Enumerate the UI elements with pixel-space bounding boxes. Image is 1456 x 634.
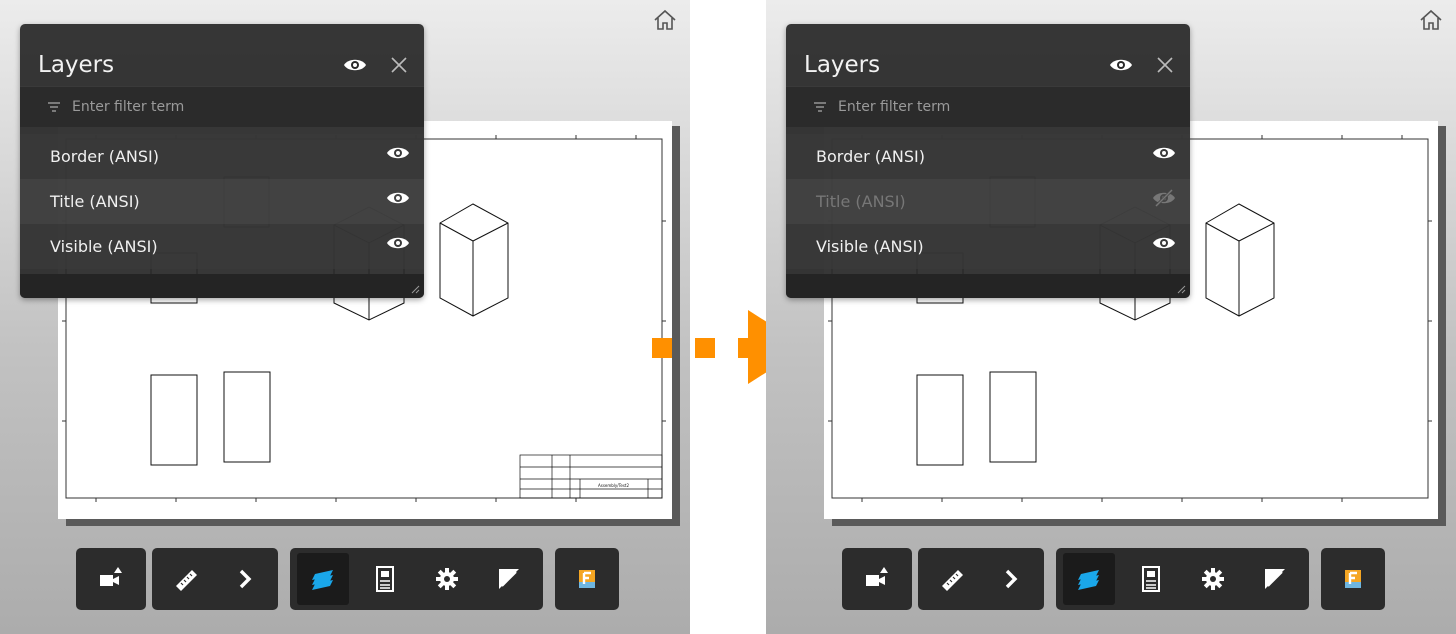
eye-icon[interactable] bbox=[1152, 234, 1176, 252]
filter-bar bbox=[20, 86, 424, 127]
title-block-text: Assembly/Test2 bbox=[598, 483, 630, 488]
layer-row-border[interactable]: Border (ANSI) bbox=[20, 134, 424, 179]
layer-label: Title (ANSI) bbox=[816, 192, 906, 211]
eye-icon[interactable] bbox=[386, 234, 410, 252]
layers-icon bbox=[312, 570, 333, 590]
fullscreen-icon bbox=[499, 569, 519, 589]
layer-list: Border (ANSI) Title (ANSI) Visible (ANSI… bbox=[20, 134, 424, 269]
home-icon[interactable] bbox=[652, 8, 678, 32]
layer-label: Title (ANSI) bbox=[50, 192, 140, 211]
expand-arrow-icon bbox=[239, 569, 252, 589]
layer-label: Visible (ANSI) bbox=[50, 237, 158, 256]
camera-button[interactable] bbox=[851, 553, 903, 605]
toolbar-group-fusion bbox=[1321, 548, 1385, 610]
camera-button[interactable] bbox=[85, 553, 137, 605]
settings-gear-icon bbox=[436, 568, 458, 590]
measure-icon bbox=[176, 570, 197, 591]
measure-button[interactable] bbox=[927, 553, 979, 605]
layer-label: Border (ANSI) bbox=[816, 147, 925, 166]
viewer-before: Assembly/Test2 Layers Border (ANSI) bbox=[0, 0, 690, 634]
toolbar-group-tools bbox=[152, 548, 278, 610]
close-icon[interactable] bbox=[1154, 54, 1176, 76]
expand-arrow-icon bbox=[1005, 569, 1018, 589]
resize-handle-icon[interactable] bbox=[1176, 284, 1186, 294]
viewer-after: Layers Border (ANSI) Title (ANSI) bbox=[766, 0, 1456, 634]
eye-icon[interactable] bbox=[386, 144, 410, 162]
layers-button[interactable] bbox=[297, 553, 349, 605]
filter-input[interactable] bbox=[72, 93, 372, 121]
toolbar-group-camera bbox=[842, 548, 912, 610]
layers-button[interactable] bbox=[1063, 553, 1115, 605]
filter-bar bbox=[786, 86, 1190, 127]
properties-icon bbox=[376, 566, 394, 592]
eye-icon[interactable] bbox=[1109, 55, 1133, 75]
toolbar-group-camera bbox=[76, 548, 146, 610]
filter-icon bbox=[48, 102, 60, 112]
resize-handle-icon[interactable] bbox=[410, 284, 420, 294]
fullscreen-button[interactable] bbox=[1249, 553, 1301, 605]
settings-button[interactable] bbox=[1187, 553, 1239, 605]
properties-button[interactable] bbox=[1125, 553, 1177, 605]
fullscreen-button[interactable] bbox=[483, 553, 535, 605]
layers-panel: Layers Border (ANSI) Title (ANSI) bbox=[786, 24, 1190, 298]
toolbar-group-views bbox=[1056, 548, 1309, 610]
eye-icon[interactable] bbox=[386, 189, 410, 207]
toolbar-group-fusion bbox=[555, 548, 619, 610]
fullscreen-icon bbox=[1265, 569, 1285, 589]
home-icon[interactable] bbox=[1418, 8, 1444, 32]
layer-row-title[interactable]: Title (ANSI) bbox=[20, 179, 424, 224]
panel-footer bbox=[20, 274, 424, 298]
fusion-icon bbox=[579, 570, 595, 588]
layer-list: Border (ANSI) Title (ANSI) Visible (ANSI… bbox=[786, 134, 1190, 269]
settings-button[interactable] bbox=[421, 553, 473, 605]
toolbar-group-tools bbox=[918, 548, 1044, 610]
filter-icon bbox=[814, 102, 826, 112]
settings-gear-icon bbox=[1202, 568, 1224, 590]
close-icon[interactable] bbox=[388, 54, 410, 76]
camera-icon bbox=[866, 567, 888, 586]
panel-title: Layers bbox=[38, 52, 115, 78]
layer-row-title[interactable]: Title (ANSI) bbox=[786, 179, 1190, 224]
layer-row-border[interactable]: Border (ANSI) bbox=[786, 134, 1190, 179]
expand-button[interactable] bbox=[219, 553, 271, 605]
fusion-icon bbox=[1345, 570, 1361, 588]
camera-icon bbox=[100, 567, 122, 586]
expand-button[interactable] bbox=[985, 553, 1037, 605]
layer-row-visible[interactable]: Visible (ANSI) bbox=[20, 224, 424, 269]
measure-icon bbox=[942, 570, 963, 591]
eye-icon[interactable] bbox=[1152, 144, 1176, 162]
panel-footer bbox=[786, 274, 1190, 298]
measure-button[interactable] bbox=[161, 553, 213, 605]
layers-panel: Layers Border (ANSI) Title (ANSI) bbox=[20, 24, 424, 298]
layer-row-visible[interactable]: Visible (ANSI) bbox=[786, 224, 1190, 269]
filter-input[interactable] bbox=[838, 93, 1138, 121]
properties-icon bbox=[1142, 566, 1160, 592]
layers-icon bbox=[1078, 570, 1099, 590]
fusion-button[interactable] bbox=[1327, 553, 1379, 605]
panel-title: Layers bbox=[804, 52, 881, 78]
eye-off-icon[interactable] bbox=[1152, 189, 1176, 207]
layer-label: Visible (ANSI) bbox=[816, 237, 924, 256]
eye-icon[interactable] bbox=[343, 55, 367, 75]
properties-button[interactable] bbox=[359, 553, 411, 605]
toolbar-group-views bbox=[290, 548, 543, 610]
layer-label: Border (ANSI) bbox=[50, 147, 159, 166]
fusion-button[interactable] bbox=[561, 553, 613, 605]
